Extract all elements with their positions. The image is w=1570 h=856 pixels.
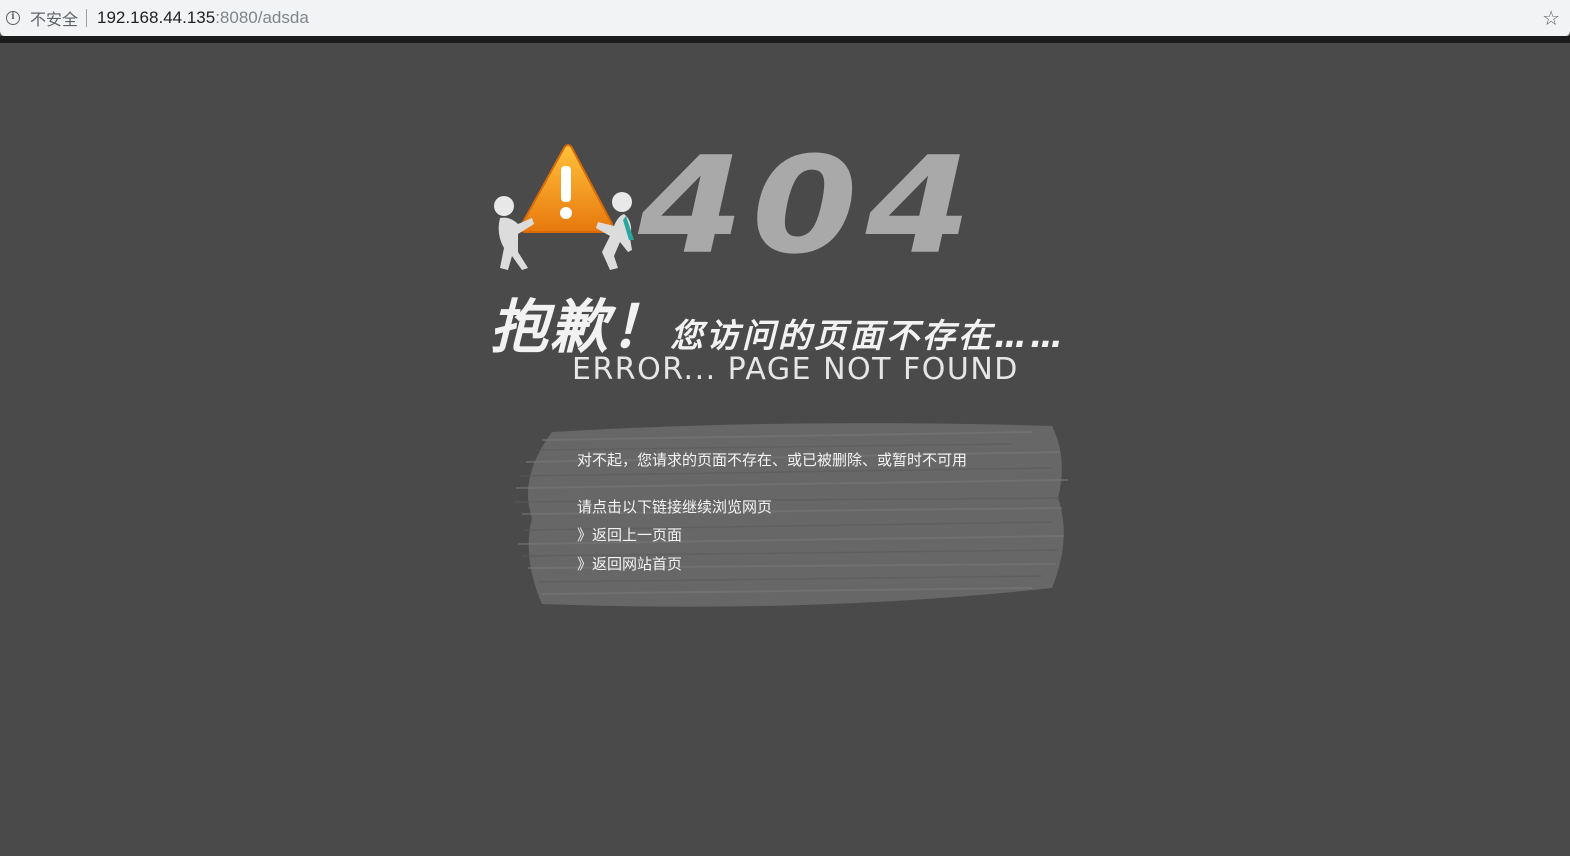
divider	[86, 9, 88, 27]
headline-text: 您访问的页面不存在……	[670, 316, 1067, 355]
brush-background	[513, 423, 1069, 607]
url-host[interactable]: 192.168.44.135	[97, 8, 215, 28]
home-link[interactable]: 》返回网站首页	[577, 553, 682, 574]
error-illustration: 404 抱歉！您访问的页面不存在…… ERROR... PAGE NOT FOU…	[488, 127, 1158, 390]
star-icon[interactable]: ☆	[1542, 8, 1560, 28]
link-prompt: 请点击以下链接继续浏览网页	[577, 498, 773, 516]
sorry-text: 抱歉！	[490, 293, 671, 361]
address-bar[interactable]: i 不安全 192.168.44.135:8080/adsda ☆	[0, 0, 1570, 36]
security-label[interactable]: 不安全	[30, 6, 78, 30]
url-path[interactable]: :8080/adsda	[215, 8, 309, 28]
warning-triangle-icon	[494, 144, 634, 270]
back-link[interactable]: 》返回上一页面	[577, 524, 682, 545]
error-english: ERROR... PAGE NOT FOUND	[572, 352, 1019, 387]
info-icon[interactable]: i	[6, 11, 20, 25]
page-top-strip	[0, 36, 1570, 43]
error-code: 404	[638, 127, 980, 284]
error-message: 对不起，您请求的页面不存在、或已被删除、或暂时不可用	[577, 451, 968, 469]
